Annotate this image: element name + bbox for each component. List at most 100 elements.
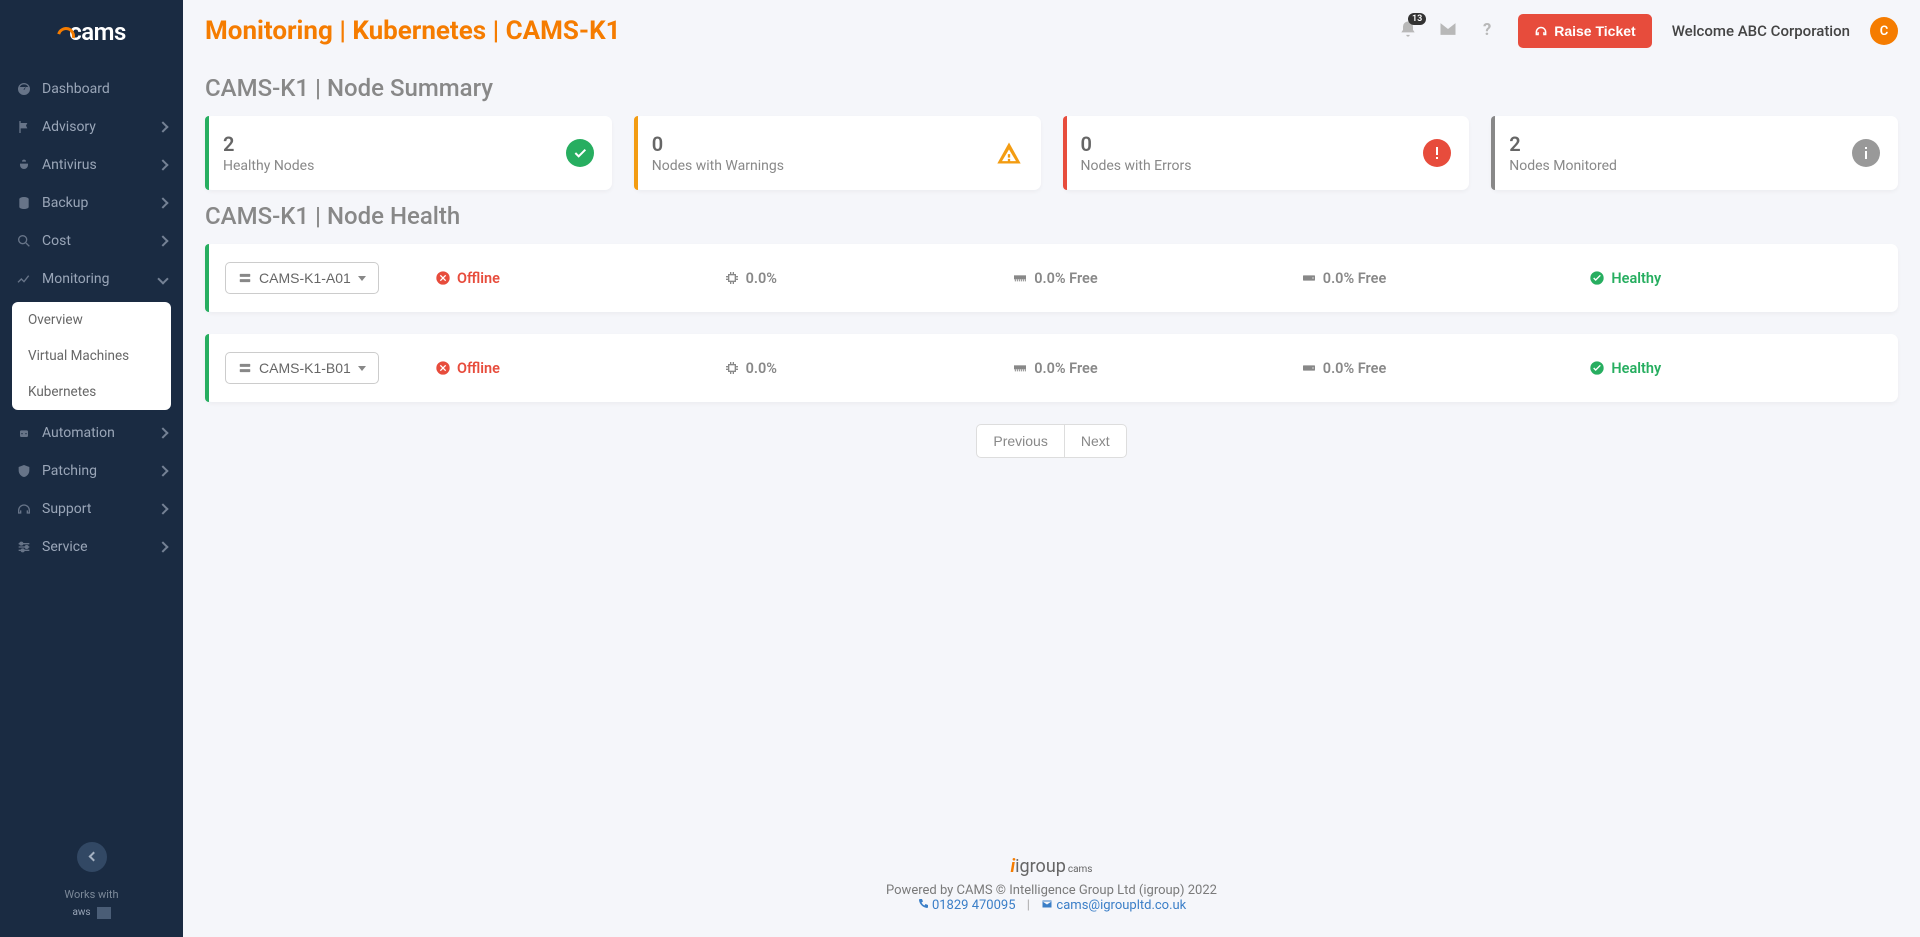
chart-line-icon — [16, 271, 32, 287]
row-accent — [205, 244, 209, 312]
health-title: CAMS-K1 | Node Health — [205, 202, 1898, 230]
raise-ticket-button[interactable]: Raise Ticket — [1518, 14, 1651, 48]
caret-down-icon — [358, 366, 366, 371]
sidebar-item-antivirus[interactable]: Antivirus — [0, 146, 183, 184]
card-value: 2 — [1509, 132, 1852, 156]
next-button[interactable]: Next — [1065, 424, 1127, 458]
node-status-text: Offline — [457, 270, 500, 287]
disk-icon — [1301, 360, 1317, 376]
footer-email-link[interactable]: cams@igroupltd.co.uk — [1041, 898, 1186, 913]
bug-icon — [16, 157, 32, 173]
sidebar-item-support[interactable]: Support — [0, 490, 183, 528]
node-memory-text: 0.0% Free — [1034, 360, 1097, 377]
sliders-icon — [16, 539, 32, 555]
chevron-left-icon — [88, 852, 98, 862]
avatar[interactable]: C — [1870, 17, 1898, 45]
node-row: CAMS-K1-A01 Offline 0.0% 0.0% Free — [205, 244, 1898, 312]
sidebar-item-label: Backup — [42, 195, 88, 211]
node-cpu: 0.0% — [724, 360, 777, 377]
card-nodes-errors: 0 Nodes with Errors — [1063, 116, 1470, 190]
summary-cards: 2 Healthy Nodes 0 Nodes with Warnings — [205, 116, 1898, 190]
messages-button[interactable] — [1438, 19, 1458, 43]
node-status: Offline — [435, 360, 500, 377]
robot-icon — [16, 425, 32, 441]
sidebar-item-monitoring[interactable]: Monitoring — [0, 260, 183, 298]
submenu-kubernetes[interactable]: Kubernetes — [12, 374, 171, 410]
aws-text: aws — [72, 907, 90, 918]
submenu-virtual-machines[interactable]: Virtual Machines — [12, 338, 171, 374]
content: CAMS-K1 | Node Summary 2 Healthy Nodes — [183, 48, 1920, 832]
chevron-right-icon — [157, 235, 168, 246]
node-dropdown-button[interactable]: CAMS-K1-B01 — [225, 352, 379, 384]
submenu-overview[interactable]: Overview — [12, 302, 171, 338]
card-value: 2 — [223, 132, 566, 156]
sidebar-item-label: Monitoring — [42, 271, 110, 287]
topbar-right: 13 ? Raise Ticket Welcome ABC Corporatio… — [1398, 14, 1898, 48]
previous-button[interactable]: Previous — [976, 424, 1064, 458]
node-cpu-text: 0.0% — [746, 360, 777, 377]
node-disk: 0.0% Free — [1301, 360, 1386, 377]
notifications-button[interactable]: 13 — [1398, 19, 1418, 43]
footer-powered: Powered by CAMS © Intelligence Group Ltd… — [207, 883, 1896, 898]
caret-down-icon — [358, 276, 366, 281]
envelope-icon — [1041, 898, 1053, 910]
pagination: Previous Next — [205, 424, 1898, 458]
card-healthy-nodes: 2 Healthy Nodes — [205, 116, 612, 190]
sidebar-item-advisory[interactable]: Advisory — [0, 108, 183, 146]
card-nodes-monitored: 2 Nodes Monitored — [1491, 116, 1898, 190]
row-accent — [205, 334, 209, 402]
node-row: CAMS-K1-B01 Offline 0.0% 0.0% Free — [205, 334, 1898, 402]
logo[interactable]: cams — [0, 0, 183, 64]
node-cpu: 0.0% — [724, 270, 777, 287]
footer-brand-suffix: cams — [1068, 864, 1093, 875]
card-nodes-warnings: 0 Nodes with Warnings — [634, 116, 1041, 190]
sidebar-item-label: Antivirus — [42, 157, 97, 173]
chevron-right-icon — [157, 465, 168, 476]
envelope-icon — [1438, 19, 1458, 39]
raise-ticket-label: Raise Ticket — [1554, 23, 1635, 39]
sidebar-item-backup[interactable]: Backup — [0, 184, 183, 222]
chevron-down-icon — [157, 273, 168, 284]
card-label: Nodes with Warnings — [652, 158, 995, 174]
info-circle-icon — [1852, 139, 1880, 167]
node-health: Healthy — [1589, 360, 1661, 377]
card-value: 0 — [1081, 132, 1424, 156]
offline-icon — [435, 360, 451, 376]
main: Monitoring | Kubernetes | CAMS-K1 13 ? R… — [183, 0, 1920, 937]
card-accent — [634, 116, 638, 190]
collapse-sidebar-button[interactable] — [77, 842, 107, 872]
sidebar-item-service[interactable]: Service — [0, 528, 183, 566]
sidebar-item-dashboard[interactable]: Dashboard — [0, 70, 183, 108]
footer-phone-link[interactable]: 01829 470095 — [917, 898, 1019, 913]
logo-text: cams — [69, 18, 126, 46]
card-label: Healthy Nodes — [223, 158, 566, 174]
sidebar-item-automation[interactable]: Automation — [0, 414, 183, 452]
sidebar-item-patching[interactable]: Patching — [0, 452, 183, 490]
check-circle-icon — [1589, 360, 1605, 376]
card-label: Nodes with Errors — [1081, 158, 1424, 174]
phone-icon — [917, 898, 929, 910]
chevron-right-icon — [157, 121, 168, 132]
shield-icon — [16, 463, 32, 479]
sidebar-footer: Works with aws — [0, 824, 183, 937]
help-button[interactable]: ? — [1478, 19, 1498, 43]
breadcrumb: Monitoring | Kubernetes | CAMS-K1 — [205, 16, 621, 46]
offline-icon — [435, 270, 451, 286]
card-accent — [1491, 116, 1495, 190]
headset-icon — [16, 501, 32, 517]
node-health: Healthy — [1589, 270, 1661, 287]
card-accent — [1063, 116, 1067, 190]
chevron-right-icon — [157, 503, 168, 514]
sidebar-item-label: Support — [42, 501, 91, 517]
footer-email: cams@igroupltd.co.uk — [1056, 898, 1186, 913]
footer-brand: iigroupcams — [207, 856, 1896, 877]
sidebar-item-label: Automation — [42, 425, 115, 441]
sidebar-item-cost[interactable]: Cost — [0, 222, 183, 260]
node-name: CAMS-K1-B01 — [259, 360, 351, 376]
monitoring-submenu: Overview Virtual Machines Kubernetes — [12, 302, 171, 410]
node-dropdown-button[interactable]: CAMS-K1-A01 — [225, 262, 379, 294]
chevron-right-icon — [157, 427, 168, 438]
sidebar: cams Dashboard Advisory Antivirus Backup — [0, 0, 183, 937]
card-accent — [205, 116, 209, 190]
search-icon — [16, 233, 32, 249]
